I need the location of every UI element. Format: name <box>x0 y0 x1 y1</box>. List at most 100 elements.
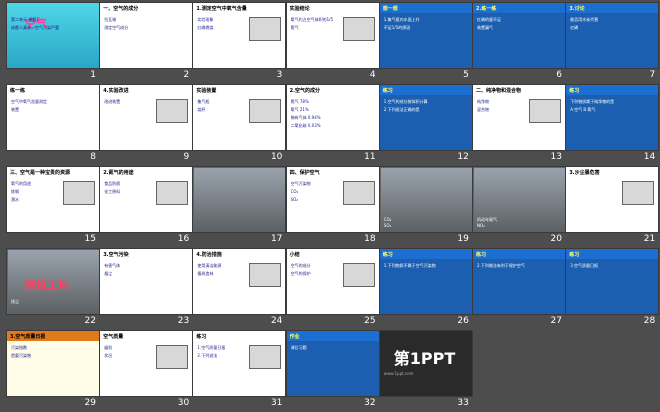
slide-text-line: 混合物 <box>477 107 489 112</box>
slide-number: 3 <box>276 70 283 80</box>
slide-thumbnail[interactable]: 想一想 1.集气瓶内水面上升 不足1/5的原因 5 <box>378 2 473 84</box>
slide-thumbnail[interactable]: 3.讨论 能否用木炭代替 红磷 7 <box>565 2 660 84</box>
slide-text-line: 装置 <box>11 107 19 112</box>
slide-thumbnail[interactable]: 建筑工地 扬尘 22 <box>6 248 100 330</box>
slide-thumbnail[interactable]: 练习 1.下列物质不属于空气污染物 26 <box>378 248 473 330</box>
slide-preview: 一、空气的成分 拉瓦锡 测定空气成分 <box>99 2 194 69</box>
slide-header-bar <box>473 249 565 259</box>
slide-thumbnail[interactable]: 3.空气污染 有害气体 烟尘 23 <box>99 248 194 330</box>
slide-thumbnail[interactable]: 空气 第二单元 课题1 成都人真多，空气污染严重 1 <box>6 2 100 84</box>
slide-thumbnail[interactable]: 作业 课后习题 32 <box>285 330 380 412</box>
slide-thumbnail[interactable]: 练习 2.下列做法有利于保护空气 27 <box>472 248 566 330</box>
slide-number: 11 <box>364 152 376 162</box>
slide-thumbnail[interactable]: 4.防治措施 使用清洁能源 植树造林 24 <box>192 248 287 330</box>
slide-title: 2.氮气的用途 <box>103 170 134 176</box>
slide-text-line: 烧杯 <box>197 107 206 112</box>
slide-title: 二、纯净物和混合物 <box>476 88 522 94</box>
slide-thumbnail[interactable]: 四、保护空气 空气污染物 CO₂ SO₂ 18 <box>285 166 380 248</box>
slide-number: 15 <box>84 234 96 244</box>
slide-number: 32 <box>364 398 376 408</box>
slide-thumbnail[interactable]: 小结 空气的成分 空气的保护 25 <box>285 248 380 330</box>
photo-image <box>193 167 286 232</box>
slide-text-line: 烟尘 <box>104 271 113 276</box>
slide-title: 2.练一练 <box>476 6 497 12</box>
slide-number: 23 <box>177 316 190 326</box>
slide-thumbnail[interactable]: 实验装置 集气瓶 烧杯 10 <box>192 84 287 166</box>
slide-thumbnail[interactable]: 4.实验改进 改进装置 9 <box>99 84 194 166</box>
slide-title: 练一练 <box>10 88 26 94</box>
slide-thumbnail[interactable]: 2.氮气的用途 食品防腐 化工原料 16 <box>99 166 194 248</box>
slide-number: 19 <box>457 234 469 244</box>
slide-number: 24 <box>270 316 283 326</box>
slide-title: 3.空气污染 <box>103 252 129 258</box>
slide-text-line: 潜水 <box>11 197 19 202</box>
slide-text-line: 实验现象 <box>197 17 214 22</box>
slide-title: 作业 <box>289 334 300 340</box>
slide-thumbnail[interactable]: 练习 1.空气质量日报 2.下列说法 31 <box>192 330 287 412</box>
slide-preview: 3.空气质量日报 污染指数 首要污染物 <box>6 330 100 397</box>
slide-preview: CO₂ SO₂ <box>378 166 473 233</box>
slide-preview: 建筑工地 扬尘 <box>6 248 100 315</box>
slide-thumbnail[interactable]: 实验结论 氧气约占空气体积的1/5 氮气 4 <box>285 2 380 84</box>
slide-preview: 空气 第二单元 课题1 成都人真多，空气污染严重 <box>6 2 100 69</box>
slide-preview: 练习 1.下列物质不属于空气污染物 <box>378 248 473 315</box>
slide-thumbnail[interactable]: 一、空气的成分 拉瓦锡 测定空气成分 2 <box>99 2 194 84</box>
slide-title: 练习 <box>382 252 393 258</box>
slide-text-line: 稀有气体 0.94% <box>290 115 321 120</box>
slide-number: 9 <box>183 152 190 162</box>
slide-number: 2 <box>183 70 190 80</box>
slide-text-line: 红磷 <box>570 25 579 30</box>
slide-preview: 小结 空气的成分 空气的保护 <box>285 248 380 315</box>
slide-thumbnail[interactable]: 练习 3.空气质量日报 28 <box>565 248 660 330</box>
slide-title: 建筑工地 <box>25 279 69 292</box>
slide-number: 14 <box>643 152 656 162</box>
slide-thumbnail[interactable]: 二、纯净物和混合物 纯净物 混合物 13 <box>472 84 566 166</box>
slide-text-line: 空气污染物 <box>290 181 311 186</box>
slide-text-line: CO₂ <box>383 217 392 222</box>
slide-number: 25 <box>364 316 376 326</box>
slide-thumbnail[interactable]: CO₂ SO₂ 19 <box>378 166 473 248</box>
slide-title: 四、保护空气 <box>289 170 320 176</box>
slide-text-line: 污染指数 <box>11 345 27 350</box>
slide-preview: 3.讨论 能否用木炭代替 红磷 <box>565 2 660 69</box>
slide-preview: 练习 2.下列做法有利于保护空气 <box>472 248 566 315</box>
slide-number: 1 <box>90 70 96 80</box>
slide-thumbnail[interactable]: 三、空气是一种宝贵的资源 氧气的用途 炼钢 潜水 15 <box>6 166 100 248</box>
slide-number: 18 <box>364 234 376 244</box>
slide-thumbnail[interactable]: 机动车尾气 NO₂ 20 <box>472 166 566 248</box>
slide-thumbnail[interactable]: 2.空气的成分 氮气 78% 氧气 21% 稀有气体 0.94% 二氧化碳 0.03% 1… <box>285 84 380 166</box>
slide-thumbnail[interactable]: 第1PPT www.1ppt.com 33 <box>378 330 473 412</box>
slide-thumbnail[interactable]: 3.沙尘暴危害 21 <box>565 166 660 248</box>
slide-text-line: 食品防腐 <box>104 181 121 186</box>
slide-preview <box>192 166 287 233</box>
slide-thumbnail[interactable]: 练习 下列物质属于纯净物的是 A.空气 B.氧气 14 <box>565 84 660 166</box>
slide-title: 想一想 <box>382 6 398 12</box>
slide-text-line: SO₂ <box>383 223 392 228</box>
slide-preview: 练习 1.空气质量日报 2.下列说法 <box>192 330 287 397</box>
slide-number: 28 <box>643 316 656 326</box>
brand-logo: 第1PPT <box>393 349 456 368</box>
slide-thumbnail[interactable]: 练习 1.空气的成分按体积计算 2.下列说法正确的是 12 <box>378 84 473 166</box>
slide-thumbnail[interactable]: 空气质量 级别 状况 30 <box>99 330 194 412</box>
slide-preview: 机动车尾气 NO₂ <box>472 166 566 233</box>
slide-number: 22 <box>84 316 96 326</box>
slide-text-line: 装置漏气 <box>477 25 493 30</box>
slide-text-line: 2.下列说法正确的是 <box>383 107 420 112</box>
slide-header-bar <box>379 249 472 259</box>
slide-thumbnail[interactable]: 练一练 空气中氧气含量测定 装置 8 <box>6 84 100 166</box>
slide-thumbnail[interactable]: 2.练一练 红磷的量不足 装置漏气 6 <box>472 2 566 84</box>
slide-preview: 4.防治措施 使用清洁能源 植树造林 <box>192 248 287 315</box>
slide-text-line: 1.集气瓶内水面上升 <box>383 17 420 22</box>
slide-text-line: 化工原料 <box>104 189 121 194</box>
slide-number: 13 <box>550 152 562 162</box>
slide-title: 一、空气的成分 <box>103 6 139 12</box>
slide-header-bar <box>286 331 379 341</box>
slide-number: 31 <box>270 398 283 408</box>
slide-thumbnail[interactable]: 17 <box>192 166 287 248</box>
slide-title: 1.测定空气中氧气含量 <box>196 6 247 12</box>
slide-thumbnail[interactable]: 1.测定空气中氧气含量 实验现象 红磷燃烧 3 <box>192 2 287 84</box>
slide-preview: 实验结论 氧气约占空气体积的1/5 氮气 <box>285 2 380 69</box>
slide-text-line: 能否用木炭代替 <box>570 17 599 22</box>
slide-thumbnail[interactable]: 3.空气质量日报 污染指数 首要污染物 29 <box>6 330 100 412</box>
slide-text-line: 氮气 78% <box>290 99 309 104</box>
